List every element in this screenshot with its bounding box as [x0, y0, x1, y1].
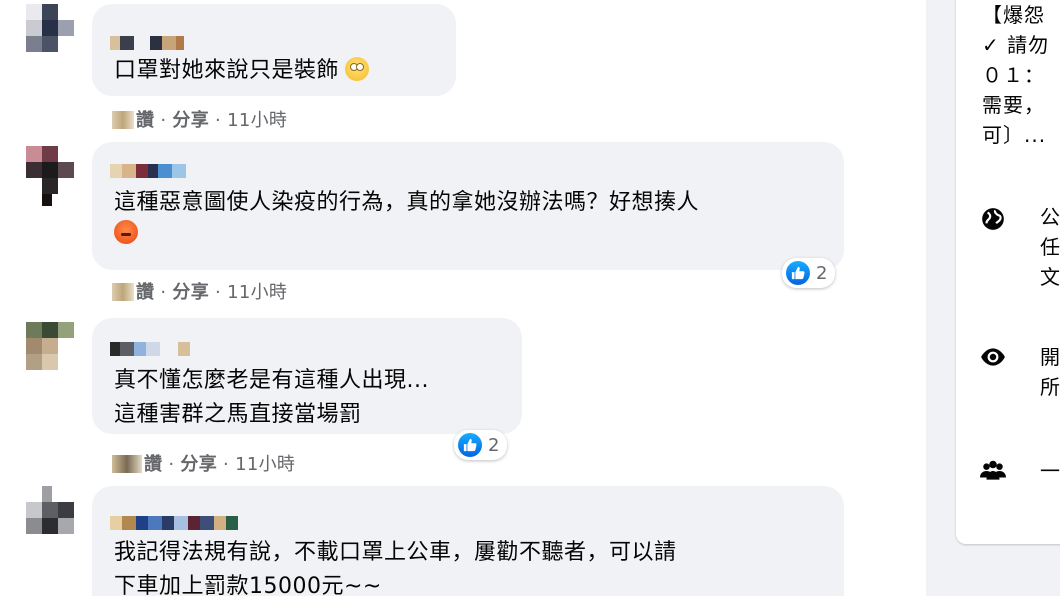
info-visibility-text: 開 所	[1040, 342, 1060, 402]
info-line: 所	[1040, 375, 1060, 399]
comment-actions: 讚 · 分享 · 11小時	[112, 450, 295, 476]
eye-icon	[981, 348, 1005, 366]
info-line: 任	[1040, 235, 1060, 259]
rolling-eyes-emoji-icon	[345, 57, 370, 81]
blur-overlay	[112, 283, 134, 301]
info-line: 文	[1040, 265, 1060, 289]
like-link[interactable]: 讚	[144, 454, 162, 475]
about-line: 可〕...	[982, 123, 1047, 147]
globe-icon	[982, 208, 1004, 230]
comment-text: 真不懂怎麼老是有這種人出現...	[114, 368, 429, 393]
timestamp[interactable]: 11小時	[227, 282, 287, 303]
reaction-count: 2	[488, 434, 500, 456]
comment-text: 這種惡意圖使人染疫的行為，真的拿她沒辦法嗎？好想揍人	[114, 190, 700, 215]
about-line: ✓ 請勿	[982, 33, 1050, 57]
comment-actions: 讚 · 分享 · 11小時	[112, 106, 287, 132]
comment-text: 這種害群之馬直接當場罰	[114, 402, 362, 427]
about-text: 【爆怨 ✓ 請勿 ０１： 需要， 可〕...	[982, 0, 1049, 150]
reaction-count: 2	[816, 262, 828, 284]
blur-overlay	[112, 455, 142, 473]
avatar[interactable]	[26, 146, 74, 208]
share-link[interactable]: 分享	[172, 282, 209, 303]
info-line: 一	[1040, 459, 1060, 483]
comment-text: 口罩對她來說只是裝飾	[114, 58, 340, 83]
timestamp[interactable]: 11小時	[235, 454, 295, 475]
comment-bubble: 真不懂怎麼老是有這種人出現... 這種害群之馬直接當場罰	[92, 318, 522, 434]
like-reaction-icon	[458, 433, 482, 457]
about-line: 【爆怨	[982, 3, 1045, 27]
reaction-summary[interactable]: 2	[782, 258, 836, 288]
reaction-summary[interactable]: 2	[454, 430, 508, 460]
comment-bubble: 這種惡意圖使人染疫的行為，真的拿她沒辦法嗎？好想揍人	[92, 142, 844, 270]
like-link[interactable]: 讚	[136, 282, 154, 303]
share-link[interactable]: 分享	[172, 110, 209, 131]
comment-text: 我記得法規有說，不載口罩上公車，屢勸不聽者，可以請	[114, 540, 677, 565]
author-name[interactable]	[110, 342, 190, 356]
about-line: ０１：	[982, 63, 1045, 87]
people-icon	[980, 460, 1006, 480]
like-reaction-icon	[786, 261, 810, 285]
comment-bubble: 我記得法規有說，不載口罩上公車，屢勸不聽者，可以請 下車加上罰款15000元~~	[92, 486, 844, 596]
author-name[interactable]	[110, 36, 184, 50]
info-members-text: 一	[1040, 456, 1060, 486]
info-line: 公	[1040, 205, 1060, 229]
info-line: 開	[1040, 345, 1060, 369]
about-card: 【爆怨 ✓ 請勿 ０１： 需要， 可〕... 公 任 文 開 所 一	[956, 0, 1060, 544]
angry-emoji-icon	[114, 220, 138, 244]
blur-overlay	[112, 111, 134, 129]
avatar[interactable]	[26, 4, 74, 66]
comment-bubble: 口罩對她來說只是裝飾	[92, 4, 456, 96]
author-name[interactable]	[110, 164, 186, 178]
comment-feed: 口罩對她來說只是裝飾 讚 · 分享 · 11小時 這種惡意圖使人染疫的行為，真的…	[0, 0, 900, 596]
author-name[interactable]	[110, 516, 238, 530]
share-link[interactable]: 分享	[180, 454, 217, 475]
avatar[interactable]	[26, 486, 74, 548]
avatar[interactable]	[26, 322, 74, 384]
info-privacy-text: 公 任 文	[1040, 202, 1060, 292]
timestamp[interactable]: 11小時	[227, 110, 287, 131]
about-line: 需要，	[982, 93, 1045, 117]
like-link[interactable]: 讚	[136, 110, 154, 131]
comment-actions: 讚 · 分享 · 11小時	[112, 278, 287, 304]
comment-text: 下車加上罰款15000元~~	[114, 574, 382, 596]
